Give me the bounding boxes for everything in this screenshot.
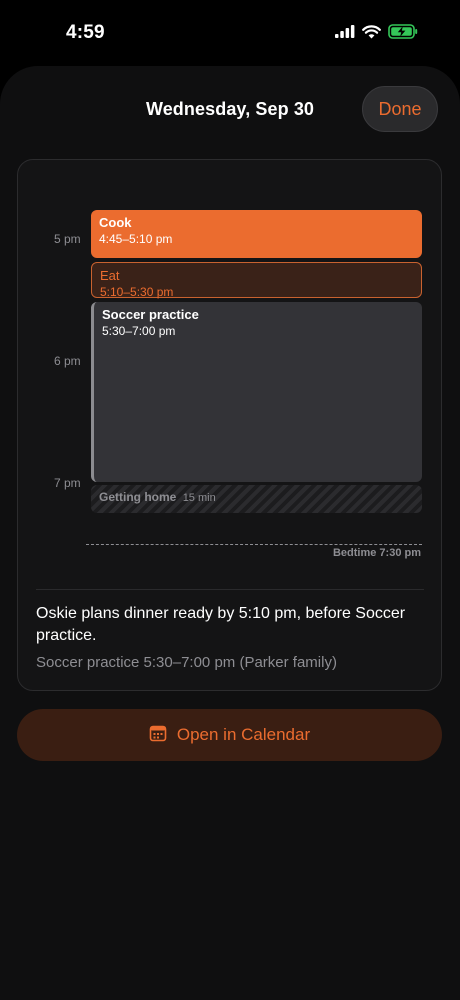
travel-title: Getting home [99, 490, 177, 504]
event-eat[interactable]: Eat 5:10–5:30 pm [91, 262, 422, 299]
wifi-icon [362, 24, 381, 44]
divider [36, 589, 424, 590]
event-time: 5:10–5:30 pm [100, 285, 174, 299]
status-time: 4:59 [66, 22, 105, 43]
summary-text: Oskie plans dinner ready by 5:10 pm, bef… [36, 605, 406, 644]
hour-label-6pm: 6 pm [54, 354, 81, 368]
travel-duration: 15 min [182, 492, 216, 504]
event-sheet: Wednesday, Sep 30 Done 5 pm 6 pm 7 pm Co… [0, 66, 460, 1000]
open-in-calendar-label: Open in Calendar [176, 725, 311, 744]
bedtime-line [86, 544, 422, 545]
event-title: Cook [99, 215, 132, 230]
bedtime-label: Bedtime 7:30 pm [332, 547, 421, 559]
event-title: Soccer practice [102, 307, 199, 322]
event-title: Eat [100, 268, 120, 283]
hour-label-7pm: 7 pm [54, 476, 81, 490]
screen: 4:59 Wednesday, Sep 30 Done 5 pm 6 pm 7 … [0, 0, 460, 1000]
battery-charging-icon [388, 24, 418, 44]
open-in-calendar-button[interactable]: Open in Calendar [17, 709, 442, 761]
travel-time-block: Getting home 15 min [91, 485, 422, 513]
calendar-icon [149, 724, 167, 747]
event-cook[interactable]: Cook 4:45–5:10 pm [91, 210, 422, 258]
event-soccer-practice[interactable]: Soccer practice 5:30–7:00 pm [91, 302, 422, 482]
summary-detail: Soccer practice 5:30–7:00 pm (Parker fam… [36, 654, 337, 671]
signal-icon [335, 25, 355, 43]
day-timeline-card: 5 pm 6 pm 7 pm Cook 4:45–5:10 pm Eat 5:1… [17, 159, 442, 691]
event-time: 5:30–7:00 pm [102, 324, 176, 338]
status-icons [335, 24, 418, 44]
hour-label-5pm: 5 pm [54, 232, 81, 246]
status-bar: 4:59 [0, 0, 460, 66]
event-time: 4:45–5:10 pm [99, 232, 173, 246]
done-button[interactable]: Done [362, 86, 438, 132]
